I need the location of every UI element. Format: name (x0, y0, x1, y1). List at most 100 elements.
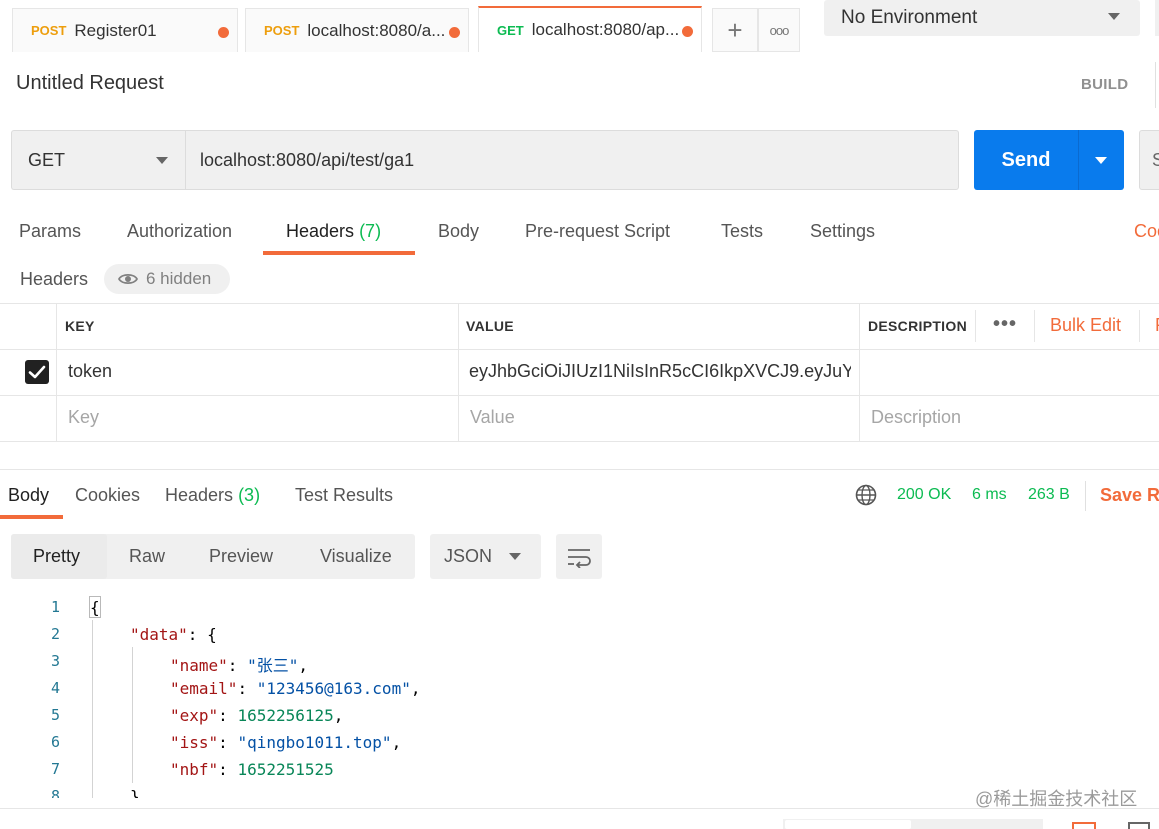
save-button[interactable]: S (1139, 130, 1159, 190)
environment-label: No Environment (841, 7, 978, 28)
wrap-icon (568, 548, 591, 568)
response-tab-test-results[interactable]: Test Results (295, 485, 393, 506)
code-line: "iss": "qingbo1011.top", (170, 733, 402, 752)
tab-headers[interactable]: Headers (7) (286, 221, 381, 242)
table-col-divider (975, 310, 976, 342)
header-value-cell[interactable]: eyJhbGciOiJIUzI1NiIsInR5cCI6IkpXVCJ9.eyJ… (469, 361, 851, 382)
view-pretty[interactable]: Pretty (33, 546, 80, 567)
check-icon (28, 365, 46, 379)
header-key-cell[interactable]: token (68, 361, 112, 382)
watermark: @稀土掘金技术社区 (975, 789, 1138, 809)
request-tab-register01[interactable]: POST Register01 (12, 8, 238, 52)
code-line: "exp": 1652256125, (170, 706, 344, 725)
code-line: "email": "123456@163.com", (170, 679, 421, 698)
response-tab-body[interactable]: Body (8, 485, 49, 506)
tab-params[interactable]: Params (19, 221, 81, 242)
more-tabs-button[interactable]: ooo (758, 8, 800, 52)
bulk-edit-link[interactable]: Bulk Edit (1050, 315, 1121, 336)
more-options-icon[interactable]: ••• (993, 313, 1017, 336)
table-col-divider (458, 303, 459, 442)
environment-select[interactable]: No Environment (824, 0, 1140, 36)
description-input[interactable]: Description (871, 407, 961, 428)
response-headers-label: Headers (165, 485, 234, 505)
table-col-divider (56, 303, 57, 442)
cookies-link[interactable]: Coo (1134, 221, 1159, 242)
table-row-divider (0, 395, 1159, 396)
value-input[interactable]: Value (470, 407, 515, 428)
line-number: 1 (50, 598, 60, 616)
line-number: 3 (50, 652, 60, 670)
column-header-value: VALUE (466, 318, 514, 334)
indent-guide (132, 647, 133, 783)
layout-icon[interactable] (1072, 822, 1096, 829)
globe-icon[interactable] (855, 484, 877, 506)
line-number: 6 (50, 733, 60, 751)
tab-title: localhost:8080/ap... (531, 20, 680, 39)
send-options-button[interactable] (1078, 130, 1124, 190)
unsaved-dot-icon (449, 27, 460, 38)
chevron-down-icon (156, 157, 168, 164)
header-enabled-checkbox[interactable] (25, 360, 49, 384)
bottom-toolbar-item[interactable] (785, 820, 911, 829)
line-number: 5 (50, 706, 60, 724)
url-value: localhost:8080/api/test/ga1 (200, 149, 415, 170)
response-divider[interactable] (0, 469, 1159, 470)
url-input[interactable]: localhost:8080/api/test/ga1 (185, 130, 959, 190)
indent-guide (92, 620, 93, 798)
tab-authorization[interactable]: Authorization (127, 221, 232, 242)
tab-body[interactable]: Body (438, 221, 479, 242)
response-tab-headers[interactable]: Headers (3) (165, 485, 260, 506)
hidden-headers-count: 6 hidden (146, 269, 212, 288)
tab-headers-count: (7) (359, 221, 382, 241)
format-value: JSON (444, 546, 493, 566)
build-mode-label[interactable]: BUILD (1081, 76, 1128, 93)
method-select[interactable]: GET (11, 130, 185, 190)
table-col-divider (1139, 310, 1140, 342)
unsaved-dot-icon (682, 26, 693, 37)
more-horizontal-icon: ooo (769, 22, 790, 38)
request-title[interactable]: Untitled Request (16, 72, 164, 95)
line-number: 8 (50, 787, 60, 798)
response-size[interactable]: 263 B (1028, 486, 1070, 504)
method-value: GET (28, 149, 66, 170)
send-button[interactable]: Send (974, 130, 1078, 190)
wrap-lines-button[interactable] (556, 534, 602, 579)
active-tab-indicator (0, 515, 63, 519)
response-headers-count: (3) (238, 485, 261, 505)
tab-tests[interactable]: Tests (721, 221, 763, 242)
chevron-down-icon (1108, 13, 1120, 20)
tab-headers-label: Headers (286, 221, 355, 241)
response-body-editor[interactable]: 1 2 3 4 5 6 7 8 { "data": { "name": "张三"… (0, 594, 1159, 798)
response-time[interactable]: 6 ms (972, 486, 1007, 504)
code-line: "name": "张三", (170, 656, 308, 675)
format-select[interactable]: JSON (430, 534, 541, 579)
pane-icon[interactable] (1128, 822, 1150, 829)
eye-icon (118, 273, 138, 285)
response-tab-cookies[interactable]: Cookies (75, 485, 140, 506)
view-preview[interactable]: Preview (209, 546, 273, 567)
status-code[interactable]: 200 OK (897, 486, 951, 504)
environment-quicklook-button[interactable] (1155, 0, 1159, 36)
code-line: { (90, 598, 100, 617)
request-tab-localhost-post[interactable]: POST localhost:8080/a... (245, 8, 469, 52)
tab-title: Register01 (74, 20, 157, 40)
view-visualize[interactable]: Visualize (320, 546, 392, 567)
send-label: Send (1001, 148, 1051, 171)
active-tab-indicator (263, 251, 415, 255)
hidden-headers-toggle[interactable]: 6 hidden (104, 264, 230, 294)
table-row-divider (0, 349, 1159, 350)
view-raw[interactable]: Raw (129, 546, 165, 567)
headers-section-label: Headers (20, 269, 89, 289)
request-tab-localhost-get[interactable]: GET localhost:8080/ap... (478, 6, 702, 52)
key-input[interactable]: Key (68, 407, 99, 428)
new-tab-button[interactable]: + (712, 8, 758, 52)
column-header-key: KEY (65, 318, 95, 334)
presets-link[interactable]: P (1155, 315, 1159, 336)
unsaved-dot-icon (218, 27, 229, 38)
tab-prerequest-script[interactable]: Pre-request Script (525, 221, 670, 242)
column-header-description: DESCRIPTION (868, 318, 967, 334)
tab-settings[interactable]: Settings (810, 221, 875, 242)
table-col-divider (1034, 310, 1035, 342)
save-response-button[interactable]: Save Re (1100, 485, 1159, 506)
line-number: 7 (50, 760, 60, 778)
